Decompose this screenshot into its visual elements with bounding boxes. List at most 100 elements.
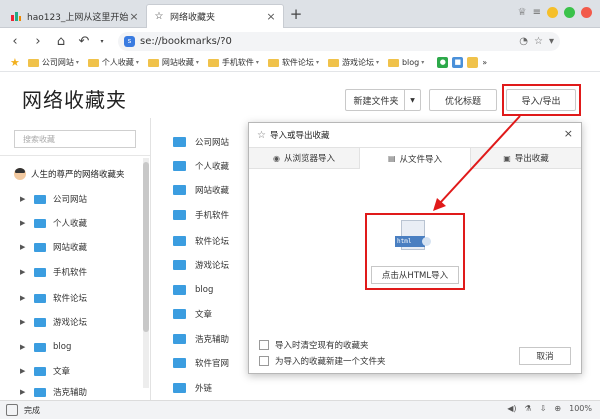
new-folder-button[interactable]: 新建文件夹 ▼	[345, 89, 421, 111]
checkbox[interactable]	[259, 356, 269, 366]
tab-bookmarks[interactable]: ☆ 网络收藏夹 ×	[146, 4, 284, 28]
more-icon[interactable]: »	[482, 58, 487, 67]
folder-icon	[173, 161, 186, 171]
list-item[interactable]: 文章	[173, 306, 212, 322]
shirt-icon[interactable]: ♕	[518, 7, 527, 18]
new-tab-button[interactable]: +	[288, 6, 304, 22]
tab-export[interactable]: ▣ 导出收藏	[471, 148, 581, 168]
list-item[interactable]: 公司网站	[173, 134, 229, 150]
folder-icon	[34, 387, 46, 397]
list-item[interactable]: 浩克辅助	[173, 331, 229, 347]
sidebar-scrollbar[interactable]	[143, 158, 149, 388]
sidebar-item[interactable]: ▶ 游戏论坛	[20, 314, 87, 330]
search-input[interactable]: 搜索收藏	[14, 130, 136, 148]
zoom-level[interactable]: 100%	[569, 404, 592, 413]
folder-icon	[173, 383, 186, 393]
bookmark-item[interactable]: 软件论坛 ▾	[267, 57, 319, 68]
close-icon[interactable]: ×	[265, 10, 277, 23]
chevron-down-icon[interactable]: ▾	[94, 33, 110, 49]
chevron-down-icon: ▾	[421, 59, 425, 66]
sidebar-root[interactable]: 人生的尊严的网络收藏夹	[8, 164, 144, 184]
bookmark-item[interactable]: blog ▾	[387, 58, 425, 67]
folder-icon	[34, 194, 46, 204]
list-item[interactable]: 网站收藏	[173, 182, 229, 198]
bookmark-item[interactable]: 公司网站 ▾	[27, 57, 79, 68]
tab-strip: hao123_上网从这里开始 × ☆ 网络收藏夹 × + ♕ ≡	[0, 0, 600, 28]
caret-right-icon[interactable]: ▶	[20, 343, 28, 351]
sidebar-item[interactable]: ▶ 浩克辅助	[20, 384, 87, 400]
sidebar-root-label: 人生的尊严的网络收藏夹	[31, 170, 125, 180]
list-item[interactable]: 个人收藏	[173, 158, 229, 174]
sidebar-item[interactable]: ▶ blog	[20, 339, 71, 355]
folder-icon	[173, 285, 186, 295]
caret-right-icon[interactable]: ▶	[20, 243, 28, 251]
tab-import-browser[interactable]: ◉ 从浏览器导入	[249, 148, 359, 168]
caret-right-icon[interactable]: ▶	[20, 388, 28, 396]
optimize-title-button[interactable]: 优化标题	[429, 89, 497, 111]
browser-icon: ◉	[273, 153, 280, 163]
forward-icon[interactable]: ›	[30, 33, 46, 49]
caret-right-icon[interactable]: ▶	[20, 268, 28, 276]
list-item[interactable]: 软件官网	[173, 355, 229, 371]
list-item[interactable]: 外链	[173, 380, 212, 396]
bookmarks-bar: ★ 公司网站 ▾ 个人收藏 ▾ 网站收藏 ▾ 手机软件 ▾ 软件论坛 ▾ 游戏论坛 ▾ bl…	[0, 54, 600, 72]
dialog-tabs: ◉ 从浏览器导入 ▤ 从文件导入 ▣ 导出收藏	[249, 147, 581, 169]
folder-icon	[173, 260, 186, 270]
list-item[interactable]: 手机软件	[173, 207, 229, 223]
avatar	[14, 168, 26, 180]
close-icon[interactable]: ×	[128, 10, 140, 23]
address-bar[interactable]: s se://bookmarks/?0 ◔ ☆ ▾	[118, 32, 560, 51]
tab-hao123[interactable]: hao123_上网从这里开始 ×	[4, 4, 146, 28]
caret-right-icon[interactable]: ▶	[20, 219, 28, 227]
zoom-icon[interactable]: ⊕	[554, 404, 561, 413]
caret-right-icon[interactable]: ▶	[20, 294, 28, 302]
undo-icon[interactable]: ↶	[76, 33, 92, 49]
home-icon[interactable]: ⌂	[53, 33, 69, 49]
sidebar-item[interactable]: ▶ 软件论坛	[20, 290, 87, 306]
chevron-down-icon[interactable]: ▼	[404, 90, 420, 110]
dialog-title: ☆ 导入或导出收藏	[257, 129, 330, 142]
download-icon[interactable]: ⇩	[540, 404, 547, 413]
shield-icon[interactable]: ●	[437, 57, 449, 68]
sidebar-item[interactable]: ▶ 手机软件	[20, 264, 87, 280]
sidebar-item[interactable]: ▶ 公司网站	[20, 191, 87, 207]
bookmark-item[interactable]: 个人收藏 ▾	[87, 57, 139, 68]
bookmark-icon[interactable]: ■	[452, 57, 464, 68]
close-icon[interactable]: ×	[564, 127, 573, 140]
menu-icon[interactable]: ≡	[533, 7, 541, 18]
folder-icon	[207, 58, 219, 67]
close-window-button[interactable]	[581, 7, 592, 18]
sidebar-item[interactable]: ▶ 网站收藏	[20, 239, 87, 255]
bookmark-item[interactable]: 手机软件 ▾	[207, 57, 259, 68]
scrollbar-thumb[interactable]	[143, 162, 149, 332]
folder-icon[interactable]	[467, 57, 479, 68]
caret-right-icon[interactable]: ▶	[20, 195, 28, 203]
bookmark-item[interactable]: 游戏论坛 ▾	[327, 57, 379, 68]
volume-icon[interactable]: ◀)	[507, 404, 516, 413]
star-icon[interactable]: ★	[10, 56, 20, 69]
chevron-down-icon[interactable]: ▾	[549, 36, 554, 47]
bookmark-item[interactable]: 网站收藏 ▾	[147, 57, 199, 68]
checkbox-clear-existing[interactable]: 导入时清空现有的收藏夹	[259, 339, 369, 351]
list-item[interactable]: 游戏论坛	[173, 257, 229, 273]
cancel-button[interactable]: 取消	[519, 347, 571, 365]
checkbox-new-folder[interactable]: 为导入的收藏新建一个文件夹	[259, 355, 386, 367]
list-item[interactable]: 软件论坛	[173, 233, 229, 249]
minimize-button[interactable]	[547, 7, 558, 18]
tab-import-file[interactable]: ▤ 从文件导入	[359, 148, 471, 169]
lab-icon[interactable]: ⚗	[525, 404, 532, 413]
caret-right-icon[interactable]: ▶	[20, 367, 28, 375]
maximize-button[interactable]	[564, 7, 575, 18]
folder-icon	[173, 358, 186, 368]
speed-icon[interactable]: ◔	[519, 36, 528, 47]
back-icon[interactable]: ‹	[7, 33, 23, 49]
folder-icon	[34, 342, 46, 352]
page-title: 网络收藏夹	[22, 88, 127, 112]
checkbox[interactable]	[259, 340, 269, 350]
sidebar-item[interactable]: ▶ 文章	[20, 363, 70, 379]
caret-right-icon[interactable]: ▶	[20, 318, 28, 326]
sidebar-item[interactable]: ▶ 个人收藏	[20, 215, 87, 231]
star-icon[interactable]: ☆	[534, 36, 543, 47]
url-text[interactable]: se://bookmarks/?0	[140, 36, 513, 47]
list-item[interactable]: blog	[173, 282, 213, 298]
